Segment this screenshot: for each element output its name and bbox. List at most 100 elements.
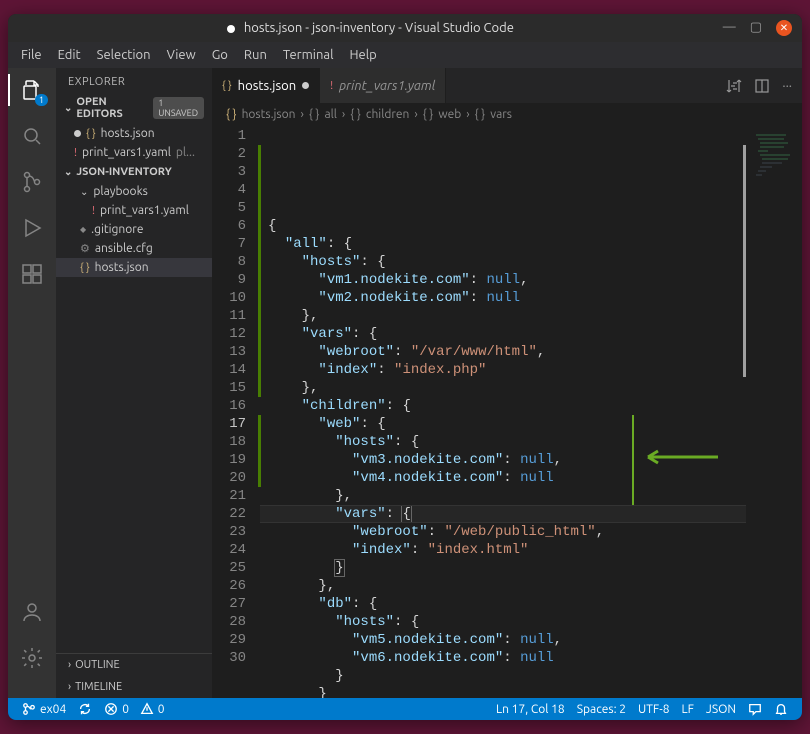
maximize-icon[interactable]: ▢ — [750, 20, 762, 36]
code-line[interactable]: "vm3.nodekite.com": null, — [260, 451, 746, 469]
brace-icon: { } — [309, 108, 320, 121]
code-line[interactable]: }, — [260, 307, 746, 325]
breadcrumb-item[interactable]: hosts.json — [242, 108, 296, 121]
code-line[interactable]: "vm6.nodekite.com": null — [260, 649, 746, 667]
cursor-position[interactable]: Ln 17, Col 18 — [490, 702, 571, 716]
code-line[interactable]: "hosts": { — [260, 613, 746, 631]
code-line[interactable]: "db": { — [260, 595, 746, 613]
feedback-icon[interactable] — [742, 702, 768, 716]
menu-file[interactable]: File — [14, 45, 49, 65]
code-line[interactable]: "vm5.nodekite.com": null, — [260, 631, 746, 649]
code-line[interactable]: "vars": { — [260, 505, 746, 523]
breadcrumb-item[interactable]: web — [438, 108, 461, 121]
code-line[interactable]: }, — [260, 577, 746, 595]
settings-gear-icon[interactable] — [18, 644, 46, 672]
tree-item[interactable]: !print_vars1.yaml — [56, 201, 212, 220]
code-line[interactable]: "vars": { — [260, 325, 746, 343]
tree-item[interactable]: ⌄playbooks — [56, 182, 212, 201]
status-bar: ex04 0 0 Ln 17, Col 18 Spaces: 2 UTF-8 L… — [8, 698, 802, 720]
brace-icon: { } — [350, 108, 361, 121]
code-line[interactable]: } — [260, 667, 746, 685]
chevron-down-icon: ⌄ — [80, 186, 88, 198]
chevron-right-icon: › — [68, 659, 71, 671]
brace-icon: { } — [475, 108, 486, 121]
git-branch[interactable]: ex04 — [16, 702, 72, 716]
open-editor-item[interactable]: !print_vars1.yaml pl... — [56, 143, 212, 162]
chevron-down-icon: ⌄ — [64, 102, 72, 114]
code-line[interactable]: "index": "index.html" — [260, 541, 746, 559]
json-file-icon: { } — [222, 80, 232, 92]
breadcrumb-item[interactable]: all — [324, 108, 336, 121]
source-control-icon[interactable] — [18, 168, 46, 196]
compare-changes-icon[interactable] — [726, 78, 742, 94]
breadcrumb[interactable]: { }hosts.json›{ }all›{ }children›{ }web›… — [212, 103, 802, 125]
outline-section[interactable]: ›OUTLINE — [56, 654, 212, 676]
code-line[interactable]: }, — [260, 487, 746, 505]
breadcrumb-item[interactable]: children — [366, 108, 410, 121]
open-editor-item[interactable]: { }hosts.json — [56, 124, 212, 143]
titlebar[interactable]: hosts.json - json-inventory - Visual Stu… — [8, 14, 802, 42]
language-mode[interactable]: JSON — [700, 702, 742, 716]
menu-run[interactable]: Run — [237, 45, 274, 65]
run-debug-icon[interactable] — [18, 214, 46, 242]
menu-terminal[interactable]: Terminal — [276, 45, 341, 65]
split-editor-icon[interactable] — [754, 78, 770, 94]
code-line[interactable]: "hosts": { — [260, 433, 746, 451]
code-line[interactable]: "vm4.nodekite.com": null — [260, 469, 746, 487]
editor-area: { }hosts.json!print_vars1.yaml ··· { }ho… — [212, 68, 802, 698]
more-actions-icon[interactable]: ··· — [782, 79, 792, 93]
brace-icon: { } — [226, 108, 237, 121]
explorer-icon[interactable]: 1 — [18, 76, 46, 104]
code-line[interactable]: } — [260, 559, 746, 577]
chevron-down-icon: ⌄ — [64, 166, 72, 178]
eol[interactable]: LF — [676, 702, 700, 716]
open-editors-section[interactable]: ⌄ OPEN EDITORS 1 UNSAVED — [56, 92, 212, 124]
code-line[interactable]: } — [260, 685, 746, 698]
json-file-icon: { } — [80, 262, 90, 274]
menu-go[interactable]: Go — [205, 45, 235, 65]
close-icon[interactable]: ✕ — [776, 20, 792, 36]
code-line[interactable]: "hosts": { — [260, 253, 746, 271]
chevron-right-icon: › — [466, 108, 469, 121]
code-line[interactable]: "children": { — [260, 397, 746, 415]
tree-item[interactable]: { }hosts.json — [56, 258, 212, 277]
code-line[interactable]: "vm1.nodekite.com": null, — [260, 271, 746, 289]
indentation[interactable]: Spaces: 2 — [571, 702, 632, 716]
chevron-right-icon: › — [414, 108, 417, 121]
code-editor[interactable]: 1234567891011121314151617181920212223242… — [212, 125, 802, 698]
menu-help[interactable]: Help — [342, 45, 383, 65]
menu-selection[interactable]: Selection — [90, 45, 158, 65]
code-line[interactable]: { — [260, 217, 746, 235]
modified-dot-icon — [227, 25, 235, 33]
menu-view[interactable]: View — [160, 45, 203, 65]
code-line[interactable]: }, — [260, 379, 746, 397]
timeline-section[interactable]: ›TIMELINE — [56, 676, 212, 698]
tree-item[interactable]: ⚙ansible.cfg — [56, 239, 212, 258]
problems[interactable]: 0 0 — [98, 702, 170, 716]
menubar: FileEditSelectionViewGoRunTerminalHelp — [8, 42, 802, 68]
editor-tab[interactable]: !print_vars1.yaml — [320, 68, 446, 103]
minimap[interactable] — [746, 125, 802, 698]
extensions-icon[interactable] — [18, 260, 46, 288]
accounts-icon[interactable] — [18, 598, 46, 626]
search-icon[interactable] — [18, 122, 46, 150]
editor-tabs: { }hosts.json!print_vars1.yaml ··· — [212, 68, 802, 103]
minimize-icon[interactable]: — — [723, 20, 736, 36]
menu-edit[interactable]: Edit — [51, 45, 88, 65]
explorer-badge: 1 — [35, 94, 48, 106]
notifications-icon[interactable] — [768, 702, 794, 716]
modified-dot-icon — [74, 130, 81, 137]
folder-section[interactable]: ⌄ JSON-INVENTORY — [56, 162, 212, 182]
code-line[interactable]: "webroot": "/var/www/html", — [260, 343, 746, 361]
encoding[interactable]: UTF-8 — [632, 702, 675, 716]
tree-item[interactable]: ◆.gitignore — [56, 220, 212, 239]
code-line[interactable]: "web": { — [260, 415, 746, 433]
editor-tab[interactable]: { }hosts.json — [212, 68, 320, 103]
code-line[interactable]: "webroot": "/web/public_html", — [260, 523, 746, 541]
git-sync[interactable] — [72, 702, 98, 716]
code-line[interactable]: "vm2.nodekite.com": null — [260, 289, 746, 307]
vscode-window: hosts.json - json-inventory - Visual Stu… — [8, 14, 802, 720]
code-line[interactable]: "index": "index.php" — [260, 361, 746, 379]
breadcrumb-item[interactable]: vars — [490, 108, 512, 121]
code-line[interactable]: "all": { — [260, 235, 746, 253]
